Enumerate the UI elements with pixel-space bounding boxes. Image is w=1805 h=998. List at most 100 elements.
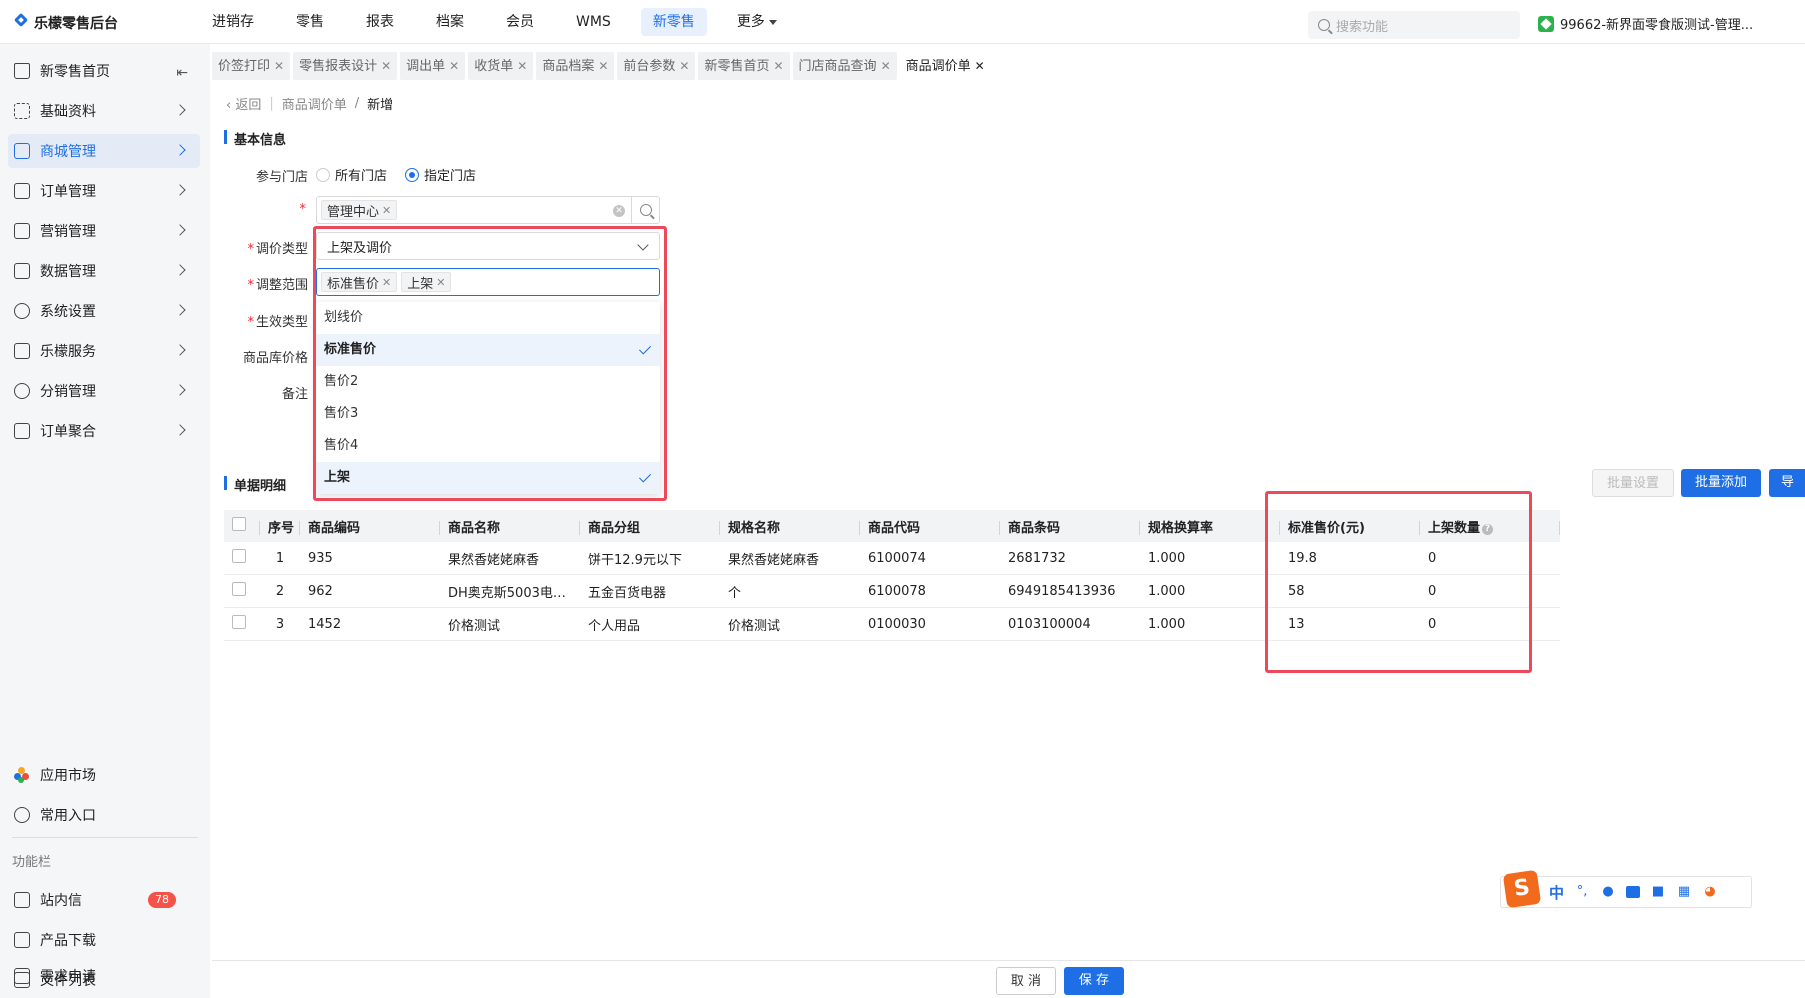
cell-listing-qty[interactable]: 0	[1420, 617, 1560, 632]
import-button[interactable]: 导入	[1769, 469, 1805, 497]
tab-new-retail-home[interactable]: 新零售首页 ✕	[698, 52, 790, 80]
close-icon[interactable]: ✕	[598, 59, 608, 73]
keyboard-icon[interactable]	[1626, 886, 1641, 898]
close-icon[interactable]: ✕	[975, 59, 985, 73]
close-icon[interactable]: ✕	[517, 59, 527, 73]
clear-icon[interactable]: ✕	[613, 205, 625, 217]
cell-listing-qty[interactable]: 0	[1420, 551, 1560, 566]
sidebar-item-common-entry[interactable]: 常用入口	[8, 798, 200, 832]
close-icon[interactable]: ✕	[274, 59, 284, 73]
ime-mode-toggle[interactable]: 中	[1549, 882, 1564, 903]
row-checkbox[interactable]	[232, 549, 246, 563]
nav-item-archives[interactable]: 档案	[424, 8, 476, 36]
store-radio-group: 所有门店 指定门店	[316, 165, 476, 184]
close-icon[interactable]: ✕	[881, 59, 891, 73]
close-icon[interactable]: ✕	[436, 276, 445, 289]
close-icon[interactable]: ✕	[382, 276, 391, 289]
sidebar-item-app-market[interactable]: 应用市场	[8, 758, 200, 792]
adjust-type-select[interactable]: 上架及调价	[316, 232, 660, 260]
cell-standard-price[interactable]: 58	[1280, 584, 1420, 599]
option-price-3[interactable]: 售价3	[316, 398, 660, 430]
sidebar-item-system-settings[interactable]: 系统设置	[8, 294, 200, 328]
save-button[interactable]: 保 存	[1064, 967, 1124, 995]
back-link[interactable]: ‹ 返回	[226, 94, 261, 113]
sidebar-item-marketing[interactable]: 营销管理	[8, 214, 200, 248]
tab-receipt[interactable]: 收货单 ✕	[468, 52, 534, 80]
collapse-sidebar-icon[interactable]: ⇤	[176, 65, 188, 81]
breadcrumb-current: 新增	[367, 98, 394, 113]
table-row[interactable]: 1 935 果然香姥姥麻香 饼干12.9元以下 果然香姥姥麻香 6100074 …	[224, 542, 1560, 575]
row-select-cell	[224, 582, 260, 600]
app-logo[interactable]: 乐檬零售后台	[14, 13, 118, 33]
cell-standard-price[interactable]: 13	[1280, 617, 1420, 632]
tab-price-adjustment[interactable]: 商品调价单 ✕	[899, 52, 991, 80]
store-selector[interactable]: 99662-新界面零食版测试-管理...	[1538, 14, 1773, 33]
breadcrumb-parent[interactable]: 商品调价单	[282, 94, 347, 113]
cell-listing-qty[interactable]: 0	[1420, 584, 1560, 599]
range-multiselect[interactable]: 标准售价 ✕ 上架 ✕	[316, 268, 660, 296]
tab-price-tag-print[interactable]: 价签打印 ✕	[212, 52, 291, 80]
nav-item-new-retail[interactable]: 新零售	[640, 8, 707, 36]
sidebar-item-data-management[interactable]: 数据管理	[8, 254, 200, 288]
row-checkbox[interactable]	[232, 615, 246, 629]
option-strike-price[interactable]: 划线价	[316, 302, 660, 334]
tab-retail-report-design[interactable]: 零售报表设计 ✕	[293, 52, 398, 80]
table-row[interactable]: 2 962 DH奥克斯5003电… 五金百货电器 个 6100078 69491…	[224, 575, 1560, 608]
nav-item-retail[interactable]: 零售	[284, 8, 336, 36]
option-standard-price[interactable]: 标准售价	[316, 334, 660, 366]
table-row[interactable]: 3 1452 价格测试 个人用品 价格测试 0100030 0103100004…	[224, 608, 1560, 641]
tab-front-params[interactable]: 前台参数 ✕	[617, 52, 696, 80]
sidebar-item-lemeng-service[interactable]: 乐檬服务	[8, 334, 200, 368]
skin-icon[interactable]: ■	[1650, 884, 1666, 900]
help-icon[interactable]: ?	[1482, 523, 1494, 535]
radio-all-stores[interactable]: 所有门店	[316, 165, 387, 184]
batch-set-button[interactable]: 批量设置	[1592, 469, 1674, 497]
tab-store-product-query[interactable]: 门店商品查询 ✕	[792, 52, 897, 80]
sidebar-item-inbox[interactable]: 站内信 78	[8, 883, 200, 917]
radio-specified-stores[interactable]: 指定门店	[405, 165, 476, 184]
batch-add-button[interactable]: 批量添加	[1681, 469, 1761, 497]
sidebar-item-download[interactable]: 产品下载	[8, 923, 200, 957]
nav-item-wms[interactable]: WMS	[564, 8, 623, 36]
close-icon[interactable]: ✕	[679, 59, 689, 73]
select-all-checkbox[interactable]	[232, 517, 246, 531]
tab-transfer-out[interactable]: 调出单 ✕	[400, 52, 466, 80]
store-label: 参与门店	[255, 170, 308, 185]
option-price-4[interactable]: 售价4	[316, 430, 660, 462]
cell-standard-price[interactable]: 19.8	[1280, 551, 1420, 566]
punctuation-icon[interactable]: °,	[1574, 884, 1590, 900]
option-price-2[interactable]: 售价2	[316, 366, 660, 398]
sogou-logo-icon[interactable]: S	[1502, 869, 1542, 909]
nav-more-label: 更多	[736, 14, 765, 30]
function-search-input[interactable]: 搜索功能	[1308, 11, 1520, 39]
inbox-badge: 78	[148, 892, 176, 908]
sidebar-item-basic-data[interactable]: 基础资料	[8, 94, 200, 128]
microphone-icon[interactable]: ●	[1600, 884, 1616, 900]
close-icon[interactable]: ✕	[773, 59, 783, 73]
mascot-icon[interactable]: ◕	[1702, 884, 1718, 900]
sidebar-item-requests[interactable]: 需求申请	[8, 959, 200, 993]
close-icon[interactable]: ✕	[449, 59, 459, 73]
tab-label: 前台参数	[623, 59, 676, 74]
tab-product-archive[interactable]: 商品档案 ✕	[536, 52, 615, 80]
nav-item-inventory[interactable]: 进销存	[200, 8, 266, 36]
row-checkbox[interactable]	[232, 582, 246, 596]
close-icon[interactable]: ✕	[381, 59, 391, 73]
toolbox-icon[interactable]: ▦	[1676, 884, 1692, 900]
cell-item-code: 6100074	[868, 550, 926, 566]
sidebar-item-distribution[interactable]: 分销管理	[8, 374, 200, 408]
nav-item-more[interactable]: 更多	[725, 8, 789, 36]
range-label: * 调整范围	[247, 278, 308, 293]
sidebar-item-order-aggregation[interactable]: 订单聚合	[8, 414, 200, 448]
sidebar-item-order-management[interactable]: 订单管理	[8, 174, 200, 208]
close-icon[interactable]: ✕	[382, 204, 391, 217]
cancel-button[interactable]: 取 消	[996, 967, 1056, 995]
sidebar-item-mall-management[interactable]: 商城管理	[8, 134, 200, 168]
nav-item-reports[interactable]: 报表	[354, 8, 406, 36]
label-text: 调整范围	[255, 278, 308, 293]
store-select-input[interactable]: 管理中心 ✕ ✕	[316, 196, 660, 224]
nav-item-members[interactable]: 会员	[494, 8, 546, 36]
option-listing[interactable]: 上架	[316, 462, 660, 494]
sidebar-item-new-retail-home[interactable]: 新零售首页 ⇤	[8, 54, 200, 88]
store-search-button[interactable]	[631, 197, 659, 223]
